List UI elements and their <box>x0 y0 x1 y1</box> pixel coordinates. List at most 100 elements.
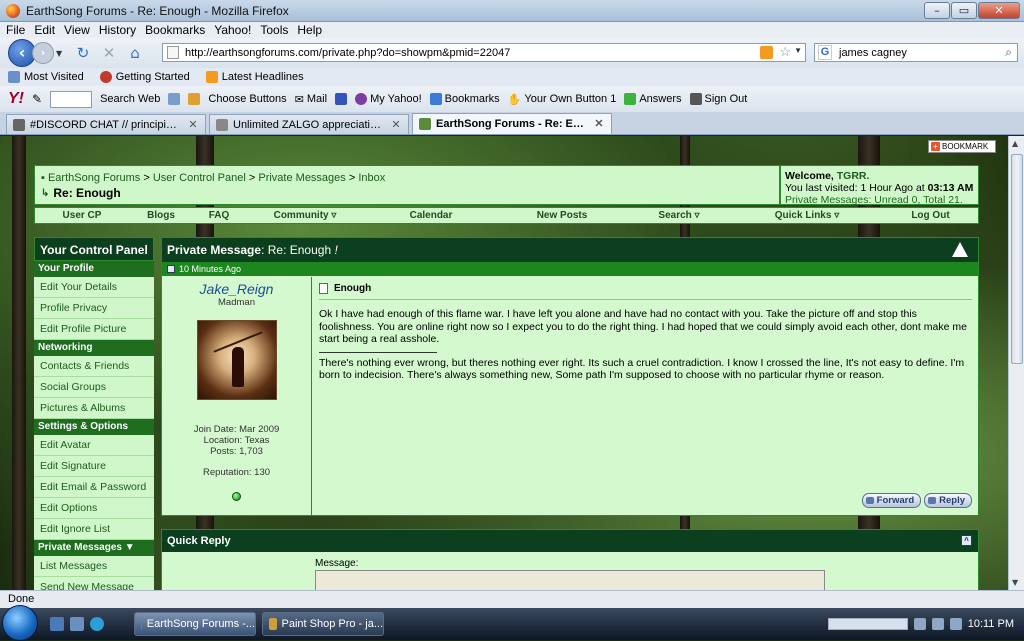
sidebar-item-edit-options[interactable]: Edit Options <box>34 498 154 519</box>
sidebar-item-edit-signature[interactable]: Edit Signature <box>34 456 154 477</box>
menu-bookmarks[interactable]: Bookmarks <box>145 23 205 37</box>
sidebar-item-list-messages[interactable]: List Messages <box>34 556 154 577</box>
menu-file[interactable]: File <box>6 23 25 37</box>
pm-summary-link[interactable]: Private Messages: Unread 0, Total 21. <box>785 194 963 206</box>
sidebar-item-contacts[interactable]: Contacts & Friends <box>34 356 154 377</box>
yahoo-logo-icon[interactable]: Y! <box>8 90 24 108</box>
stop-icon[interactable]: ✕ <box>98 42 120 64</box>
nav-new-posts[interactable]: New Posts <box>497 210 627 221</box>
pen-icon[interactable] <box>188 93 201 105</box>
nav-community[interactable]: Community ▿ <box>245 210 365 221</box>
bookmark-most-visited[interactable]: Most Visited <box>8 71 84 83</box>
language-bar[interactable] <box>827 618 908 630</box>
yahoo-search-input[interactable] <box>50 90 93 108</box>
crumb-ucp[interactable]: User Control Panel <box>153 172 246 184</box>
tab-earthsong[interactable]: EarthSong Forums - Re: Enough✕ <box>412 113 612 134</box>
menu-yahoo[interactable]: Yahoo! <box>214 23 251 37</box>
close-tab-icon[interactable]: ✕ <box>390 119 402 131</box>
forward-button[interactable]: › <box>32 42 54 64</box>
avatar[interactable] <box>196 320 277 400</box>
bookmark-star-icon[interactable]: ☆ <box>779 44 791 60</box>
my-yahoo-button[interactable]: My Yahoo! <box>355 93 422 105</box>
search-box[interactable]: G james cagney ⌕ <box>814 43 1018 62</box>
menu-help[interactable]: Help <box>297 23 322 37</box>
rss-feed-icon[interactable] <box>760 46 773 59</box>
crumb-pm[interactable]: Private Messages <box>258 172 345 184</box>
tab-discord[interactable]: #DISCORD CHAT // principiadiscor...✕ <box>6 114 206 134</box>
sidebar-item-edit-email[interactable]: Edit Email & Password <box>34 477 154 498</box>
nav-search[interactable]: Search ▿ <box>627 210 731 221</box>
mail-button[interactable]: ✉ Mail <box>295 93 327 106</box>
taskbar-paint-shop-pro[interactable]: Paint Shop Pro - ja... <box>262 612 384 636</box>
nav-faq[interactable]: FAQ <box>193 210 245 221</box>
sidebar-item-ignore-list[interactable]: Edit Ignore List <box>34 519 154 540</box>
ie-icon[interactable] <box>90 617 104 631</box>
sender-username[interactable]: Jake_Reign <box>162 281 311 297</box>
report-warning-icon[interactable] <box>952 242 968 257</box>
network-icon[interactable] <box>913 618 926 630</box>
start-button[interactable] <box>2 604 38 641</box>
vertical-scrollbar[interactable]: ▲ ▼ <box>1008 136 1024 590</box>
show-desktop-icon[interactable] <box>50 617 64 631</box>
menu-history[interactable]: History <box>99 23 136 37</box>
sidebar-item-send-message[interactable]: Send New Message <box>34 577 154 590</box>
search-web-button[interactable]: Search Web <box>100 93 160 105</box>
history-dropdown-icon[interactable]: ▼ <box>56 49 68 58</box>
reply-button[interactable]: Reply <box>924 493 972 508</box>
url-dropdown-icon[interactable]: ▼ <box>794 46 802 55</box>
menu-edit[interactable]: Edit <box>34 23 55 37</box>
reply-editor-toolbar[interactable] <box>315 570 825 590</box>
minimize-button[interactable]: – <box>924 2 950 19</box>
scroll-up-icon[interactable]: ▲ <box>1012 139 1018 148</box>
bookmark-getting-started[interactable]: Getting Started <box>99 71 190 83</box>
sidebar-item-profile-picture[interactable]: Edit Profile Picture <box>34 319 154 340</box>
forward-message-button[interactable]: Forward <box>861 493 922 508</box>
sidebar-section-pm[interactable]: Private Messages ▼ <box>34 540 154 556</box>
choose-buttons-button[interactable]: Choose Buttons <box>208 93 286 105</box>
scrollbar-thumb[interactable] <box>1011 154 1023 364</box>
home-icon[interactable]: ⌂ <box>124 42 146 64</box>
nav-calendar[interactable]: Calendar <box>365 210 497 221</box>
search-input[interactable]: james cagney <box>839 47 907 59</box>
url-bar[interactable]: http://earthsongforums.com/private.php?d… <box>162 43 806 62</box>
nav-user-cp[interactable]: User CP <box>35 210 129 221</box>
menu-tools[interactable]: Tools <box>260 23 288 37</box>
maximize-button[interactable]: ▭ <box>951 2 977 19</box>
bookmark-button[interactable]: + BOOKMARK <box>928 140 996 153</box>
close-tab-icon[interactable]: ✕ <box>187 119 199 131</box>
nav-log-out[interactable]: Log Out <box>883 210 978 221</box>
clock[interactable]: 10:11 PM <box>968 618 1014 630</box>
answers-button[interactable]: Answers <box>624 93 682 105</box>
sidebar-item-edit-details[interactable]: Edit Your Details <box>34 277 154 298</box>
close-window-button[interactable]: ✕ <box>978 2 1020 19</box>
own-button[interactable]: ✋ Your Own Button 1 <box>508 93 617 106</box>
welcome-username[interactable]: TGRR. <box>837 170 870 182</box>
tab-zalgo[interactable]: Unlimited ZALGO appreciation thre...✕ <box>209 114 409 134</box>
collapse-toggle-icon[interactable]: ^ <box>961 535 972 546</box>
crumb-forums[interactable]: EarthSong Forums <box>48 172 140 184</box>
sidebar-item-profile-privacy[interactable]: Profile Privacy <box>34 298 154 319</box>
tray-app-icon[interactable] <box>949 618 962 630</box>
switch-windows-icon[interactable] <box>70 617 84 631</box>
search-icon[interactable]: ⌕ <box>1005 45 1012 60</box>
taskbar-firefox[interactable]: EarthSong Forums -... <box>134 612 256 636</box>
menu-view[interactable]: View <box>64 23 90 37</box>
google-engine-icon[interactable]: G <box>818 45 832 60</box>
bookmark-latest-headlines[interactable]: Latest Headlines <box>205 71 304 83</box>
close-tab-icon[interactable]: ✕ <box>593 118 605 130</box>
reload-icon[interactable]: ↻ <box>72 42 94 64</box>
sign-out-button[interactable]: Sign Out <box>689 93 747 105</box>
shield-icon[interactable] <box>168 93 181 105</box>
scroll-down-icon[interactable]: ▼ <box>1012 578 1018 587</box>
nav-quick-links[interactable]: Quick Links ▿ <box>731 210 883 221</box>
plus-icon[interactable] <box>335 93 348 105</box>
sidebar-item-edit-avatar[interactable]: Edit Avatar <box>34 435 154 456</box>
sidebar-item-pictures[interactable]: Pictures & Albums <box>34 398 154 419</box>
page-icon <box>167 46 179 59</box>
pencil-icon[interactable]: ✎ <box>32 92 42 106</box>
yahoo-bookmarks-button[interactable]: Bookmarks <box>429 93 500 105</box>
nav-blogs[interactable]: Blogs <box>129 210 193 221</box>
crumb-inbox[interactable]: Inbox <box>358 172 385 184</box>
volume-icon[interactable] <box>931 618 944 630</box>
sidebar-item-social-groups[interactable]: Social Groups <box>34 377 154 398</box>
